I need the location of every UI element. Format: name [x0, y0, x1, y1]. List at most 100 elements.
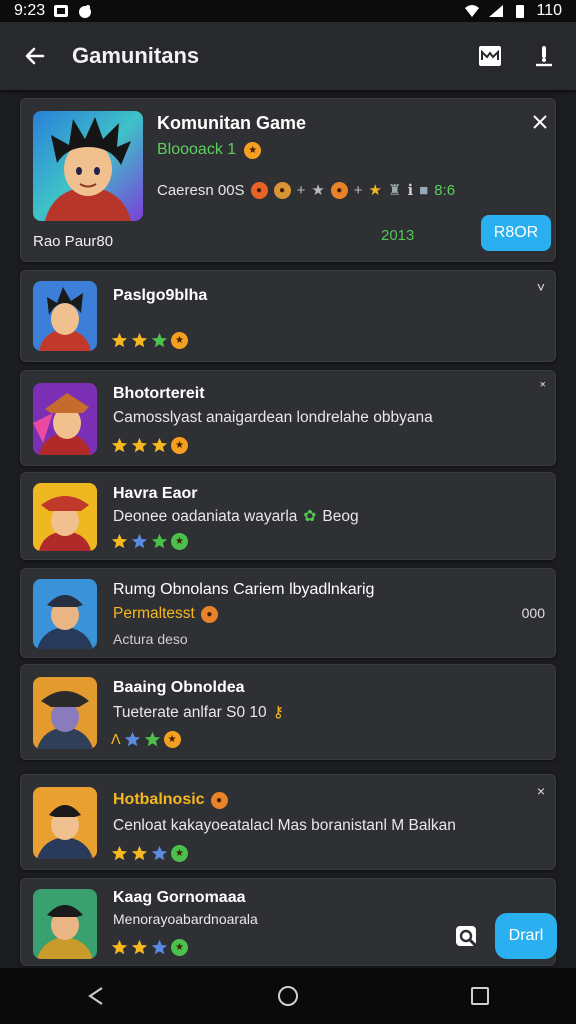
person-icon	[536, 46, 552, 67]
info-icon: ℹ	[407, 182, 414, 199]
medal-icon: ★	[171, 939, 188, 956]
star-icon: ★	[368, 182, 382, 199]
medal-icon: ★	[171, 332, 188, 349]
nav-home-button[interactable]	[268, 976, 308, 1016]
coin-icon: ●	[273, 181, 291, 199]
item-avatar	[33, 483, 97, 551]
featured-avatar	[33, 111, 143, 221]
medal-icon: ★	[244, 141, 262, 159]
featured-subtitle: Bloooack 1 ★	[157, 141, 262, 159]
featured-year: 2013	[381, 227, 415, 244]
list-item[interactable]: Havra Eaor Deonee oadaniata wayarla ✿ Be…	[20, 472, 556, 560]
star-icon	[131, 533, 148, 549]
plus-icon: +	[296, 181, 306, 199]
close-icon	[533, 115, 547, 129]
close-icon[interactable]: ×	[537, 783, 545, 799]
trophy-icon: ♜	[388, 182, 402, 199]
item-title: Kaag Gornomaaa	[113, 889, 246, 906]
close-icon[interactable]: ˟	[540, 379, 545, 395]
item-avatar	[33, 383, 97, 455]
star-icon	[151, 845, 168, 861]
item-description: Menorayoabardnoarala	[113, 911, 258, 927]
item-title: Baaing Obnoldea	[113, 679, 245, 696]
app-notification-icon	[79, 5, 92, 18]
list-item[interactable]: Paslgo9blha ★ ˅	[20, 270, 556, 362]
emoji-icon: ●	[210, 791, 228, 809]
back-button[interactable]	[18, 39, 52, 73]
nav-back-button[interactable]	[76, 976, 116, 1016]
emoji-icon: ●	[330, 181, 348, 199]
page-title: Gamunitans	[72, 43, 200, 68]
list-item[interactable]: Rumg Obnolans Cariem lbyadlnkarig Permal…	[20, 568, 556, 658]
wifi-icon	[465, 5, 480, 17]
mail-icon	[479, 46, 501, 66]
star-icon	[131, 939, 148, 955]
key-icon: ⚷	[272, 704, 285, 721]
list-item[interactable]: Kaag Gornomaaa Menorayoabardnoarala ★ Dr…	[20, 878, 557, 966]
item-title: Havra Eaor	[113, 485, 198, 502]
item-avatar	[33, 889, 97, 959]
item-description-tail: Beog	[322, 507, 359, 525]
item-avatar	[33, 787, 97, 859]
star-icon	[151, 939, 168, 955]
home-icon	[278, 986, 298, 1006]
star-icon	[151, 533, 168, 549]
signal-icon	[489, 5, 504, 17]
branch-icon: ⴷ	[111, 731, 121, 747]
item-description: Deonee oadaniata wayarla	[113, 507, 298, 525]
star-icon	[111, 845, 128, 861]
item-description-row: Permaltesst ●	[113, 605, 218, 623]
star-icon	[111, 939, 128, 955]
fab-button[interactable]: Drarl	[495, 913, 557, 959]
item-rating: ★	[111, 533, 188, 550]
nav-recents-button[interactable]	[460, 976, 500, 1016]
star-icon	[131, 332, 148, 348]
sparkle-icon: +	[353, 181, 363, 199]
item-avatar	[33, 579, 97, 649]
star-icon	[144, 731, 160, 747]
emoji-icon: ●	[200, 605, 218, 623]
status-bar: 9:23 110	[0, 0, 576, 22]
list-item[interactable]: Hotbalnosic ● Cenloat kakayoeatalacl Mas…	[20, 774, 556, 870]
star-icon	[124, 731, 140, 747]
star-icon	[131, 845, 148, 861]
chevron-down-icon[interactable]: ˅	[537, 279, 545, 295]
arrow-left-icon	[25, 47, 45, 65]
featured-title: Komunitan Game	[157, 113, 307, 133]
list-item[interactable]: Bhotortereit Camosslyast anaigardean lon…	[20, 370, 556, 466]
star-outline-icon: ★	[311, 182, 325, 199]
featured-meta-row: Caeresn 00S ● ● + ★ ● + ★ ♜ ℹ ■ 8:6	[157, 181, 455, 199]
item-extra: Actura deso	[113, 631, 188, 647]
medal-icon: ★	[171, 437, 188, 454]
featured-subtitle-text: Bloooack 1	[157, 141, 237, 158]
star-icon	[111, 332, 128, 348]
inbox-button[interactable]	[476, 42, 504, 70]
star-icon	[111, 533, 128, 549]
item-description: Cenloat kakayoeatalacl Mas boranistanl M…	[113, 817, 456, 834]
item-title: Rumg Obnolans Cariem lbyadlnkarig	[113, 581, 375, 598]
leaf-icon: ✿	[303, 508, 317, 525]
featured-card[interactable]: Komunitan Game Bloooack 1 ★ Caeresn 00S …	[20, 98, 556, 262]
item-description: Permaltesst	[113, 605, 195, 622]
item-description-row: Tueterate anlfar S0 10 ⚷	[113, 703, 284, 722]
fire-icon: ●	[250, 181, 268, 199]
item-avatar	[33, 677, 97, 749]
chat-search-icon	[456, 926, 479, 949]
battery-level: 110	[536, 2, 562, 19]
item-rating: ★	[111, 939, 188, 956]
list-item[interactable]: Baaing Obnoldea Tueterate anlfar S0 10 ⚷…	[20, 664, 556, 760]
star-icon	[131, 437, 148, 453]
featured-footer: Rao Paur80	[33, 233, 114, 250]
chat-button[interactable]	[453, 923, 481, 951]
item-description-row: Deonee oadaniata wayarla ✿ Beog	[113, 507, 359, 526]
join-button[interactable]: R8OR	[481, 215, 551, 251]
close-button[interactable]	[529, 111, 551, 133]
chest-icon: ■	[419, 181, 429, 199]
medal-icon: ★	[171, 533, 188, 550]
profile-button[interactable]	[530, 42, 558, 70]
item-title: Bhotortereit	[113, 385, 205, 402]
featured-meta-end: 8:6	[434, 181, 456, 199]
item-rating: ★	[111, 845, 188, 862]
clock: 9:23	[14, 2, 46, 19]
featured-meta: Caeresn 00S	[157, 181, 245, 199]
